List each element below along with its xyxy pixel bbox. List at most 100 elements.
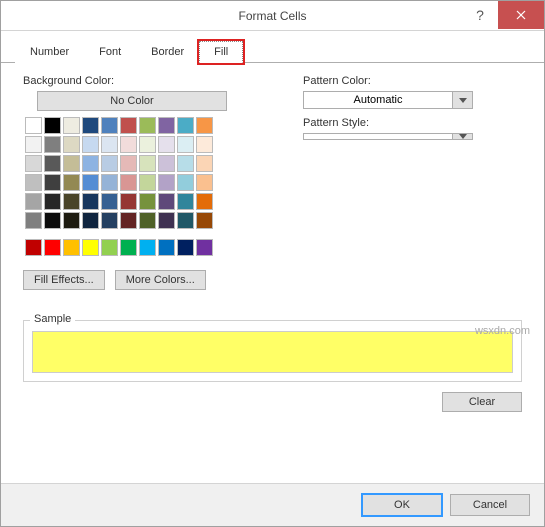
- theme-color-grid: [25, 117, 263, 229]
- color-swatch[interactable]: [120, 136, 137, 153]
- clear-button[interactable]: Clear: [442, 392, 522, 412]
- pattern-style-value: [304, 134, 452, 139]
- color-swatch[interactable]: [177, 136, 194, 153]
- color-swatch[interactable]: [120, 174, 137, 191]
- color-swatch[interactable]: [101, 239, 118, 256]
- watermark: wsxdn.com: [475, 325, 530, 337]
- color-swatch[interactable]: [82, 117, 99, 134]
- color-swatch[interactable]: [25, 239, 42, 256]
- color-swatch[interactable]: [63, 117, 80, 134]
- color-swatch[interactable]: [63, 136, 80, 153]
- color-swatch[interactable]: [25, 174, 42, 191]
- color-swatch[interactable]: [139, 239, 156, 256]
- color-swatch[interactable]: [25, 155, 42, 172]
- fill-effects-button[interactable]: Fill Effects...: [23, 270, 105, 290]
- pattern-color-value: Automatic: [304, 92, 452, 108]
- dialog-footer: OK Cancel: [1, 483, 544, 526]
- tabs: Number Font Border Fill: [1, 31, 544, 63]
- pattern-color-label: Pattern Color:: [303, 75, 522, 87]
- color-swatch[interactable]: [158, 155, 175, 172]
- color-swatch[interactable]: [63, 212, 80, 229]
- color-swatch[interactable]: [63, 239, 80, 256]
- color-swatch[interactable]: [120, 117, 137, 134]
- tab-border[interactable]: Border: [136, 41, 199, 63]
- sample-group: Sample: [23, 320, 522, 382]
- color-swatch[interactable]: [82, 212, 99, 229]
- color-swatch[interactable]: [158, 117, 175, 134]
- color-swatch[interactable]: [196, 117, 213, 134]
- tab-font[interactable]: Font: [84, 41, 136, 63]
- color-swatch[interactable]: [177, 155, 194, 172]
- color-swatch[interactable]: [120, 212, 137, 229]
- color-swatch[interactable]: [139, 193, 156, 210]
- pattern-style-dropdown[interactable]: [303, 133, 473, 140]
- color-swatch[interactable]: [44, 212, 61, 229]
- color-swatch[interactable]: [25, 136, 42, 153]
- color-swatch[interactable]: [82, 155, 99, 172]
- color-swatch[interactable]: [177, 174, 194, 191]
- color-swatch[interactable]: [63, 155, 80, 172]
- color-swatch[interactable]: [82, 193, 99, 210]
- color-swatch[interactable]: [101, 193, 118, 210]
- color-swatch[interactable]: [196, 239, 213, 256]
- color-swatch[interactable]: [101, 174, 118, 191]
- pattern-color-dropdown[interactable]: Automatic: [303, 91, 473, 109]
- color-swatch[interactable]: [177, 193, 194, 210]
- color-swatch[interactable]: [63, 193, 80, 210]
- color-swatch[interactable]: [196, 174, 213, 191]
- color-swatch[interactable]: [139, 117, 156, 134]
- color-swatch[interactable]: [139, 174, 156, 191]
- no-color-button[interactable]: No Color: [37, 91, 227, 111]
- color-swatch[interactable]: [44, 136, 61, 153]
- more-colors-button[interactable]: More Colors...: [115, 270, 206, 290]
- color-swatch[interactable]: [101, 136, 118, 153]
- tab-number[interactable]: Number: [15, 41, 84, 63]
- dialog-body: Background Color: No Color Fill Effects.…: [1, 63, 544, 483]
- color-swatch[interactable]: [101, 155, 118, 172]
- color-swatch[interactable]: [158, 239, 175, 256]
- color-swatch[interactable]: [177, 239, 194, 256]
- color-swatch[interactable]: [63, 174, 80, 191]
- ok-button[interactable]: OK: [362, 494, 442, 516]
- color-swatch[interactable]: [25, 117, 42, 134]
- color-swatch[interactable]: [120, 193, 137, 210]
- titlebar: Format Cells ?: [1, 1, 544, 31]
- color-swatch[interactable]: [82, 136, 99, 153]
- standard-color-row: [25, 239, 263, 256]
- help-button[interactable]: ?: [462, 1, 498, 29]
- color-swatch[interactable]: [158, 136, 175, 153]
- sample-label: Sample: [30, 313, 75, 325]
- color-swatch[interactable]: [44, 239, 61, 256]
- color-swatch[interactable]: [25, 193, 42, 210]
- close-button[interactable]: [498, 1, 544, 29]
- color-swatch[interactable]: [25, 212, 42, 229]
- color-swatch[interactable]: [196, 136, 213, 153]
- bg-color-label: Background Color:: [23, 75, 263, 87]
- color-swatch[interactable]: [158, 212, 175, 229]
- color-swatch[interactable]: [139, 212, 156, 229]
- color-swatch[interactable]: [196, 193, 213, 210]
- color-swatch[interactable]: [139, 155, 156, 172]
- tab-fill[interactable]: Fill: [199, 41, 243, 63]
- color-swatch[interactable]: [139, 136, 156, 153]
- color-swatch[interactable]: [158, 193, 175, 210]
- color-swatch[interactable]: [177, 117, 194, 134]
- color-swatch[interactable]: [82, 239, 99, 256]
- color-swatch[interactable]: [101, 212, 118, 229]
- color-swatch[interactable]: [177, 212, 194, 229]
- help-icon: ?: [476, 7, 484, 23]
- color-swatch[interactable]: [120, 155, 137, 172]
- color-swatch[interactable]: [158, 174, 175, 191]
- color-swatch[interactable]: [120, 239, 137, 256]
- color-swatch[interactable]: [196, 212, 213, 229]
- cancel-button[interactable]: Cancel: [450, 494, 530, 516]
- pattern-style-label: Pattern Style:: [303, 117, 522, 129]
- color-swatch[interactable]: [44, 193, 61, 210]
- color-swatch[interactable]: [82, 174, 99, 191]
- chevron-down-icon: [452, 92, 472, 108]
- color-swatch[interactable]: [44, 155, 61, 172]
- color-swatch[interactable]: [196, 155, 213, 172]
- color-swatch[interactable]: [101, 117, 118, 134]
- color-swatch[interactable]: [44, 174, 61, 191]
- color-swatch[interactable]: [44, 117, 61, 134]
